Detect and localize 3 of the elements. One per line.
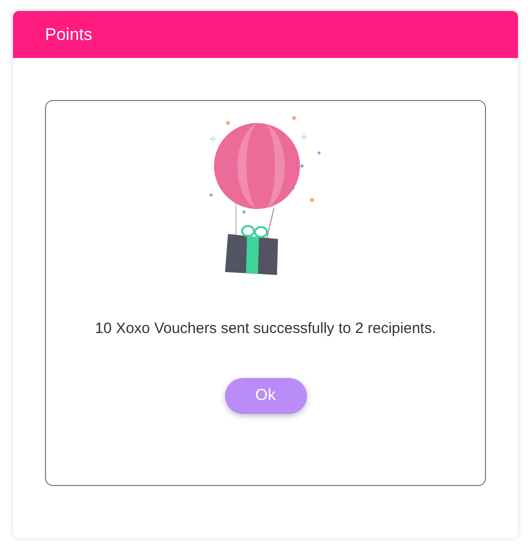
dialog-title: Points: [45, 24, 92, 46]
success-message: 10 Xoxo Vouchers sent successfully to 2 recipients.: [94, 319, 436, 339]
ok-button[interactable]: Ok: [224, 378, 306, 414]
